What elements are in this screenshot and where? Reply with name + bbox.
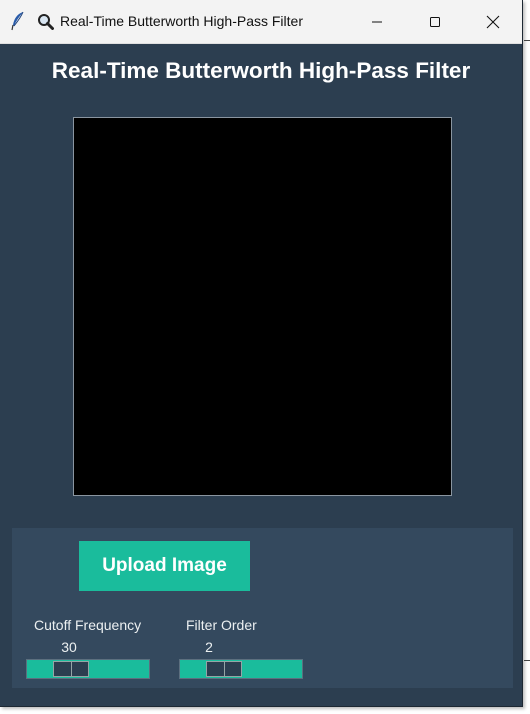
title-bar[interactable]: Real-Time Butterworth High-Pass Filter: [0, 0, 522, 44]
filter-order-label: Filter Order: [186, 617, 257, 633]
cutoff-slider-thumb[interactable]: [53, 661, 89, 677]
control-panel: Upload Image Cutoff Frequency 30 Filter …: [12, 528, 513, 688]
app-window: Real-Time Butterworth High-Pass Filter R…: [0, 0, 523, 707]
edge-tick: [524, 40, 530, 41]
order-slider-thumb[interactable]: [206, 661, 242, 677]
cutoff-frequency-slider[interactable]: [26, 659, 150, 679]
close-icon: [486, 15, 500, 28]
edge-tick: [524, 660, 530, 661]
cutoff-frequency-label: Cutoff Frequency: [34, 617, 142, 633]
maximize-icon: [430, 16, 440, 27]
upload-image-button[interactable]: Upload Image: [79, 541, 250, 591]
window-title: Real-Time Butterworth High-Pass Filter: [60, 13, 303, 29]
close-button[interactable]: [464, 0, 522, 43]
filter-order-value: 2: [205, 639, 213, 655]
page-title: Real-Time Butterworth High-Pass Filter: [51, 58, 471, 83]
filter-order-slider[interactable]: [179, 659, 303, 679]
minimize-button[interactable]: [348, 0, 406, 43]
magnifier-icon: [38, 14, 54, 30]
maximize-button[interactable]: [406, 0, 464, 43]
image-canvas: [73, 117, 452, 496]
minimize-icon: [372, 21, 382, 22]
feather-icon: [11, 11, 24, 31]
cutoff-frequency-value: 30: [61, 639, 77, 655]
